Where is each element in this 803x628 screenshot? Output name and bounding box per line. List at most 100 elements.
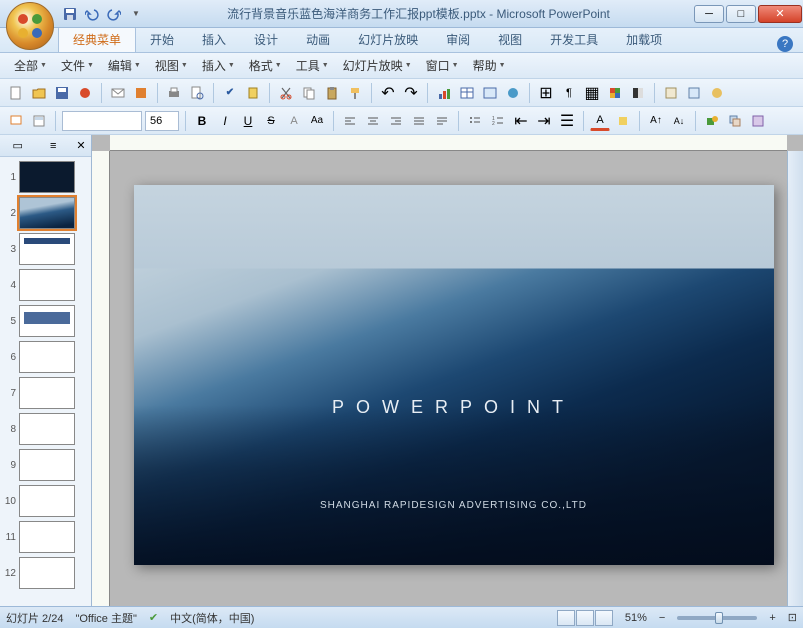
menu-insert[interactable]: 插入▼	[196, 54, 241, 77]
copy-icon[interactable]	[299, 83, 319, 103]
help-icon[interactable]: ?	[777, 36, 793, 52]
tab-view[interactable]: 视图	[484, 27, 536, 52]
thumbnail-12[interactable]	[19, 557, 75, 589]
italic-icon[interactable]: I	[215, 111, 235, 131]
underline-icon[interactable]: U	[238, 111, 258, 131]
show-all-icon[interactable]: ¶	[559, 83, 579, 103]
tab-addins[interactable]: 加载项	[612, 27, 676, 52]
fit-to-window-button[interactable]: ⊡	[788, 611, 797, 624]
menu-help[interactable]: 帮助▼	[467, 54, 512, 77]
align-left-icon[interactable]	[340, 111, 360, 131]
hyperlink-icon[interactable]	[503, 83, 523, 103]
spell-check-icon[interactable]: ✔	[149, 611, 158, 624]
redo-icon[interactable]: ↷	[401, 83, 421, 103]
save-icon[interactable]	[62, 6, 78, 22]
align-center-icon[interactable]	[363, 111, 383, 131]
email-icon[interactable]	[108, 83, 128, 103]
paste-icon[interactable]	[322, 83, 342, 103]
bold-icon[interactable]: B	[192, 111, 212, 131]
decrease-indent-icon[interactable]: ⇤	[511, 111, 531, 131]
menu-slideshow[interactable]: 幻灯片放映▼	[337, 54, 418, 77]
research-icon[interactable]	[243, 83, 263, 103]
tab-design[interactable]: 设计	[240, 27, 292, 52]
language-status[interactable]: 中文(简体，中国)	[170, 610, 254, 626]
change-case-icon[interactable]: Aa	[307, 111, 327, 131]
menu-window[interactable]: 窗口▼	[420, 54, 465, 77]
distribute-icon[interactable]	[432, 111, 452, 131]
table2-icon[interactable]	[480, 83, 500, 103]
open-icon[interactable]	[29, 83, 49, 103]
close-button[interactable]: ✕	[758, 5, 802, 23]
normal-view-button[interactable]	[557, 610, 575, 626]
expand-icon[interactable]: ⊞	[536, 83, 556, 103]
menu-file[interactable]: 文件▼	[55, 54, 100, 77]
thumbnail-9[interactable]	[19, 449, 75, 481]
minimize-button[interactable]: ─	[694, 5, 724, 23]
decrease-font-icon[interactable]: A↓	[669, 111, 689, 131]
save-icon[interactable]	[52, 83, 72, 103]
zoom-slider[interactable]	[677, 616, 757, 620]
justify-icon[interactable]	[409, 111, 429, 131]
new-slide-icon[interactable]	[6, 111, 26, 131]
thumbnail-10[interactable]	[19, 485, 75, 517]
zoom-out-button[interactable]: −	[659, 612, 665, 624]
numbering-icon[interactable]: 12	[488, 111, 508, 131]
slideshow-view-button[interactable]	[595, 610, 613, 626]
thumbnail-5[interactable]	[19, 305, 75, 337]
highlight-icon[interactable]	[613, 111, 633, 131]
sorter-view-button[interactable]	[576, 610, 594, 626]
bullets-icon[interactable]	[465, 111, 485, 131]
quick-styles-icon[interactable]	[748, 111, 768, 131]
outline-tab-icon[interactable]: ≡	[36, 135, 72, 156]
menu-tools[interactable]: 工具▼	[290, 54, 335, 77]
format-painter-icon[interactable]	[345, 83, 365, 103]
font-family-input[interactable]	[62, 111, 142, 131]
cut-icon[interactable]	[276, 83, 296, 103]
undo-icon[interactable]: ↶	[378, 83, 398, 103]
print-icon[interactable]	[164, 83, 184, 103]
menu-format[interactable]: 格式▼	[243, 54, 288, 77]
addins2-icon[interactable]	[707, 83, 727, 103]
theme-icon[interactable]	[131, 83, 151, 103]
align-right-icon[interactable]	[386, 111, 406, 131]
thumbnail-6[interactable]	[19, 341, 75, 373]
vertical-scrollbar[interactable]	[787, 151, 803, 606]
tab-review[interactable]: 审阅	[432, 27, 484, 52]
maximize-button[interactable]: □	[726, 5, 756, 23]
tab-home[interactable]: 开始	[136, 27, 188, 52]
vb-icon[interactable]	[684, 83, 704, 103]
thumbnail-11[interactable]	[19, 521, 75, 553]
thumbnail-2[interactable]	[19, 197, 75, 229]
thumbnail-3[interactable]	[19, 233, 75, 265]
zoom-in-button[interactable]: +	[769, 612, 775, 624]
redo-icon[interactable]	[106, 6, 122, 22]
thumbnail-list[interactable]: 1 2 3 4 5 6 7 8 9 10 11 12	[0, 157, 91, 606]
undo-icon[interactable]	[84, 6, 100, 22]
increase-indent-icon[interactable]: ⇥	[534, 111, 554, 131]
thumbnail-1[interactable]	[19, 161, 75, 193]
print-preview-icon[interactable]	[187, 83, 207, 103]
table-icon[interactable]	[457, 83, 477, 103]
tab-slideshow[interactable]: 幻灯片放映	[344, 27, 432, 52]
layout-icon[interactable]	[29, 111, 49, 131]
new-icon[interactable]	[6, 83, 26, 103]
panel-close-icon[interactable]: ✕	[71, 135, 91, 156]
thumbnail-8[interactable]	[19, 413, 75, 445]
macros-icon[interactable]	[661, 83, 681, 103]
arrange-icon[interactable]	[725, 111, 745, 131]
menu-edit[interactable]: 编辑▼	[102, 54, 147, 77]
tab-classic-menu[interactable]: 经典菜单	[58, 26, 136, 52]
font-color-icon[interactable]: A	[590, 111, 610, 131]
slide-view[interactable]: POWERPOINT SHANGHAI RAPIDESIGN ADVERTISI…	[134, 185, 774, 565]
line-spacing-icon[interactable]: ☰	[557, 111, 577, 131]
increase-font-icon[interactable]: A↑	[646, 111, 666, 131]
office-button[interactable]	[6, 2, 54, 50]
tab-animation[interactable]: 动画	[292, 27, 344, 52]
thumbnail-7[interactable]	[19, 377, 75, 409]
thumbnail-4[interactable]	[19, 269, 75, 301]
shapes-icon[interactable]	[702, 111, 722, 131]
strike-icon[interactable]: S	[261, 111, 281, 131]
slides-tab-icon[interactable]: ▭	[0, 135, 36, 156]
grid-icon[interactable]: ▦	[582, 83, 602, 103]
tab-insert[interactable]: 插入	[188, 27, 240, 52]
